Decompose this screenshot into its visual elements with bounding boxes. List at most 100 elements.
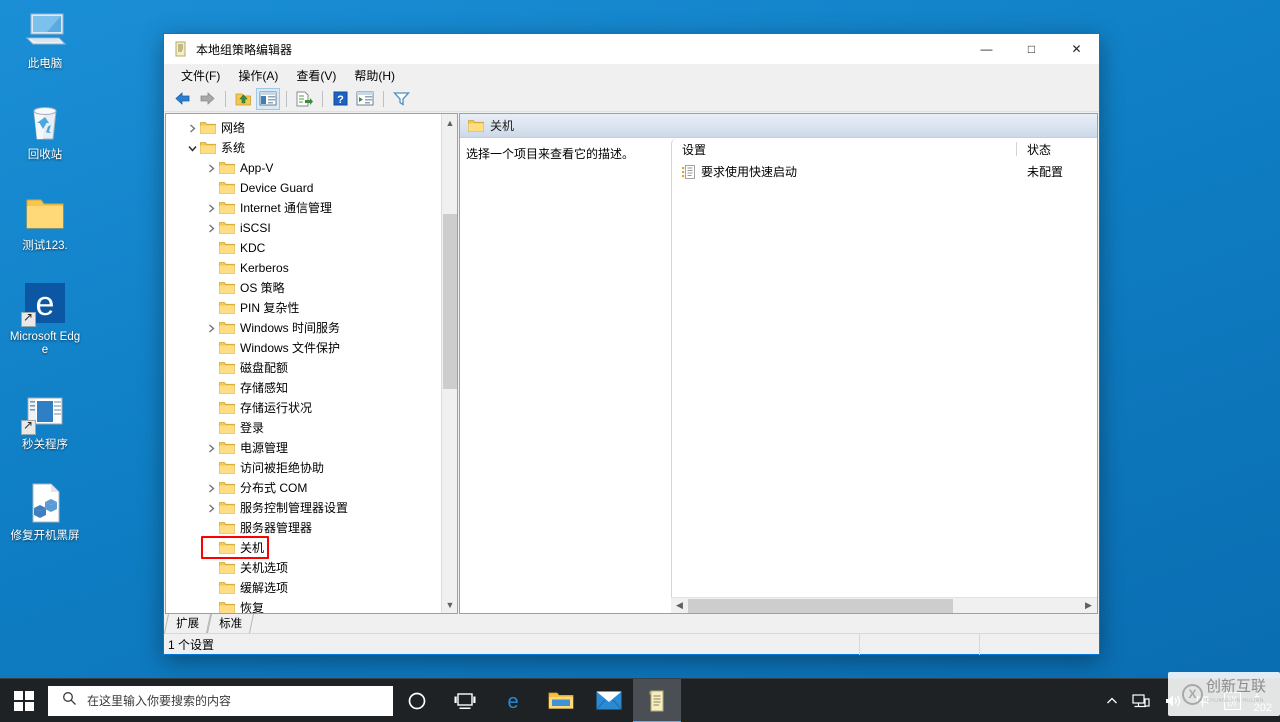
chevron-right-icon[interactable] [203, 160, 219, 176]
back-button[interactable] [170, 88, 194, 110]
clock[interactable]: 1 202 [1248, 679, 1280, 722]
h-scroll-thumb[interactable] [688, 599, 953, 613]
tree-item-selected[interactable]: 关机 [166, 538, 441, 558]
tree-vertical-scrollbar[interactable]: ▲ ▼ [441, 114, 457, 613]
ime-mode-indicator[interactable]: 中 [1189, 679, 1217, 722]
menu-help[interactable]: 帮助(H) [345, 65, 404, 86]
tree-item[interactable]: 访问被拒绝协助 [166, 458, 441, 478]
up-folder-button[interactable] [231, 88, 255, 110]
tree-item-label: 存储感知 [240, 380, 288, 396]
gpedit-taskbar-icon[interactable] [633, 679, 681, 722]
network-icon[interactable] [1125, 679, 1157, 722]
tree-item[interactable]: PIN 复杂性 [166, 298, 441, 318]
chevron-right-icon[interactable] [203, 200, 219, 216]
tree-item[interactable]: 服务控制管理器设置 [166, 498, 441, 518]
tree-item[interactable]: 关机选项 [166, 558, 441, 578]
column-header-status[interactable]: 状态 [1017, 141, 1097, 158]
tab-extended[interactable]: 扩展 [164, 614, 211, 633]
scroll-left-arrow-icon[interactable]: ◀ [671, 598, 688, 614]
desktop-background: 此电脑 回收站 测试123. [0, 0, 1280, 722]
chevron-right-icon[interactable] [203, 480, 219, 496]
desktop-icon-quick-shutdown[interactable]: 秒关程序 [7, 387, 83, 452]
ime-pinyin-indicator[interactable]: 拼 [1217, 679, 1248, 722]
tree-item[interactable]: 系统 [166, 138, 441, 158]
tree-item-label: App-V [240, 160, 273, 176]
tree-item[interactable]: 磁盘配额 [166, 358, 441, 378]
tree-item[interactable]: iSCSI [166, 218, 441, 238]
tree-item[interactable]: 登录 [166, 418, 441, 438]
chevron-down-icon[interactable] [184, 140, 200, 156]
tree-item[interactable]: KDC [166, 238, 441, 258]
tree-item[interactable]: Device Guard [166, 178, 441, 198]
scroll-right-arrow-icon[interactable]: ▶ [1080, 598, 1097, 614]
desktop-icon-folder-test123[interactable]: 测试123. [7, 188, 83, 253]
tab-standard[interactable]: 标准 [207, 614, 254, 633]
desktop-icon-this-pc[interactable]: 此电脑 [7, 6, 83, 71]
filter-button[interactable] [389, 88, 413, 110]
tree-item[interactable]: 恢复 [166, 598, 441, 613]
cortana-icon[interactable] [393, 679, 441, 722]
tree-item[interactable]: 缓解选项 [166, 578, 441, 598]
tree-spacer [203, 280, 219, 296]
forward-button[interactable] [195, 88, 219, 110]
tree-item[interactable]: 分布式 COM [166, 478, 441, 498]
close-button[interactable]: ✕ [1054, 34, 1099, 64]
search-input[interactable]: 在这里输入你要搜索的内容 [48, 686, 393, 716]
policy-row[interactable]: 要求使用快速启动未配置 [672, 160, 1097, 183]
menu-file[interactable]: 文件(F) [172, 65, 229, 86]
scroll-up-arrow-icon[interactable]: ▲ [442, 114, 458, 131]
volume-icon[interactable] [1157, 679, 1189, 722]
tree-item-label: 服务控制管理器设置 [240, 500, 348, 516]
show-hidden-icons-button[interactable] [1099, 679, 1125, 722]
tree-item[interactable]: 存储感知 [166, 378, 441, 398]
tree-item-label: OS 策略 [240, 280, 285, 296]
folder-icon [219, 161, 235, 175]
chevron-right-icon[interactable] [184, 120, 200, 136]
start-button[interactable] [0, 679, 48, 722]
folder-icon [219, 501, 235, 515]
desktop-icon-edge[interactable]: e Microsoft Edge [7, 279, 83, 357]
file-explorer-icon[interactable] [537, 679, 585, 722]
settings-horizontal-scrollbar[interactable]: ◀ ▶ [671, 597, 1097, 613]
menu-action[interactable]: 操作(A) [229, 65, 287, 86]
mail-icon[interactable] [585, 679, 633, 722]
desktop-icon-fix-black-screen[interactable]: 修复开机黑屏 [7, 478, 83, 543]
tree-spacer [203, 180, 219, 196]
window-titlebar[interactable]: 本地组策略编辑器 — □ ✕ [164, 34, 1099, 64]
column-header-setting[interactable]: 设置 [672, 141, 1016, 158]
folder-icon [219, 361, 235, 375]
menu-view[interactable]: 查看(V) [287, 65, 345, 86]
chevron-right-icon[interactable] [203, 320, 219, 336]
tree-item[interactable]: App-V [166, 158, 441, 178]
maximize-button[interactable]: □ [1009, 34, 1054, 64]
clock-time: 1 [1254, 687, 1260, 701]
properties-button[interactable] [353, 88, 377, 110]
export-list-button[interactable] [292, 88, 316, 110]
show-hide-console-tree-button[interactable] [256, 88, 280, 110]
tree-item[interactable]: Kerberos [166, 258, 441, 278]
svg-text:?: ? [337, 94, 344, 106]
h-scroll-track[interactable] [688, 598, 1080, 614]
tree-item[interactable]: OS 策略 [166, 278, 441, 298]
tree-scroll-thumb[interactable] [443, 214, 457, 389]
chevron-right-icon[interactable] [203, 500, 219, 516]
folder-icon [219, 221, 235, 235]
tree-item-label: PIN 复杂性 [240, 300, 299, 316]
help-button[interactable]: ? [328, 88, 352, 110]
tree-item[interactable]: Windows 文件保护 [166, 338, 441, 358]
chevron-right-icon[interactable] [203, 440, 219, 456]
edge-icon[interactable]: e [489, 679, 537, 722]
tree-item[interactable]: 服务器管理器 [166, 518, 441, 538]
tree-item[interactable]: Windows 时间服务 [166, 318, 441, 338]
tree-item[interactable]: 电源管理 [166, 438, 441, 458]
tree-item[interactable]: 存储运行状况 [166, 398, 441, 418]
toolbar-separator [322, 91, 323, 107]
minimize-button[interactable]: — [964, 34, 1009, 64]
desktop-icon-recycle-bin[interactable]: 回收站 [7, 97, 83, 162]
tree-item[interactable]: 网络 [166, 118, 441, 138]
tree-item-label: 登录 [240, 420, 264, 436]
chevron-right-icon[interactable] [203, 220, 219, 236]
scroll-down-arrow-icon[interactable]: ▼ [442, 596, 458, 613]
tree-item[interactable]: Internet 通信管理 [166, 198, 441, 218]
task-view-icon[interactable] [441, 679, 489, 722]
